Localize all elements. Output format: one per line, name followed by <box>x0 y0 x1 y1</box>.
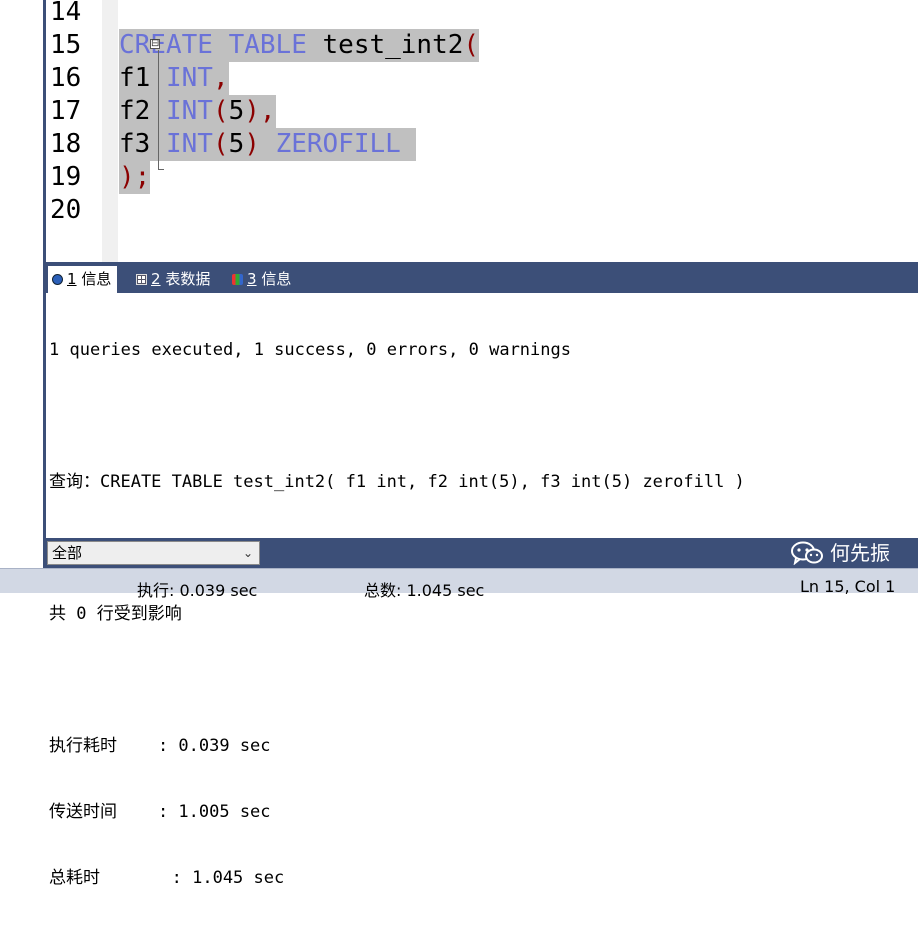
tab-label: 信息 <box>261 270 292 288</box>
tab-num: 2 <box>151 270 161 288</box>
code-line[interactable]: 20 <box>46 194 918 227</box>
code-line[interactable]: 17 f2 INT(5), <box>46 95 918 128</box>
code-token: TABLE <box>228 30 307 60</box>
scope-select-value: 全部 <box>52 544 83 562</box>
line-number: 18 <box>50 129 82 159</box>
code-token: ) <box>244 96 260 126</box>
code-line[interactable]: 16 f1 INT, <box>46 62 918 95</box>
info-icon <box>52 274 63 285</box>
line-number: 17 <box>50 96 82 126</box>
code-token: ( <box>212 129 229 159</box>
affected-rows-line: 共 0 行受到影响 <box>49 604 182 624</box>
code-line[interactable]: 15 CREATE TABLE test_int2( <box>46 29 918 62</box>
code-line[interactable]: 18 f3 INT(5) ZEROFILL <box>46 128 918 161</box>
status-exec-time: 执行: 0.039 sec <box>137 581 258 600</box>
left-border <box>0 0 46 570</box>
line-number: 20 <box>50 195 82 225</box>
summary-line: 1 queries executed, 1 success, 0 errors,… <box>49 340 571 360</box>
code-token: ZEROFILL <box>275 129 401 159</box>
result-tabbar: 1 信息 2 表数据 3 信息 <box>46 262 918 293</box>
code-token: INT <box>165 96 213 126</box>
table-grid-icon <box>136 274 147 285</box>
exec-time-line: 执行耗时 : 0.039 sec <box>49 736 271 756</box>
code-token: INT <box>165 63 213 93</box>
line-number: 14 <box>50 0 82 27</box>
tab-info-3[interactable]: 3 信息 <box>228 266 297 293</box>
status-cursor-position: Ln 15, Col 1 <box>800 577 896 596</box>
code-token: ) <box>244 129 260 159</box>
message-log: 1 queries executed, 1 success, 0 errors,… <box>49 295 745 933</box>
code-line[interactable]: 19); <box>46 161 918 194</box>
code-token: ) <box>119 162 135 192</box>
scope-select[interactable]: 全部 ⌄ <box>47 541 260 565</box>
tab-num: 1 <box>67 270 77 288</box>
status-bar: 执行: 0.039 sec 总数: 1.045 sec Ln 15, Col 1 <box>0 568 918 600</box>
tab-label: 信息 <box>81 270 112 288</box>
code-line[interactable]: 14 <box>46 0 918 29</box>
line-number: 16 <box>50 63 82 93</box>
code-token: 5 <box>228 96 245 126</box>
code-token: , <box>212 63 229 93</box>
fold-line <box>158 50 159 170</box>
tab-info-1[interactable]: 1 信息 <box>48 266 118 293</box>
result-panel: 1 信息 2 表数据 3 信息 1 queries executed, 1 su… <box>46 262 918 888</box>
messages-icon <box>232 274 243 285</box>
code-token: 5 <box>228 129 245 159</box>
chevron-down-icon: ⌄ <box>242 546 253 560</box>
code-text: f1 INT, <box>119 62 229 95</box>
fold-toggle-icon[interactable]: ⊟ <box>150 39 160 49</box>
code-text: ); <box>119 161 151 194</box>
query-line: 查询：CREATE TABLE test_int2( f1 int, f2 in… <box>49 472 745 492</box>
total-time-line: 总耗时 : 1.045 sec <box>49 868 285 888</box>
wechat-icon <box>791 541 823 565</box>
code-token: INT <box>165 129 213 159</box>
code-token: test_int2 <box>306 30 464 60</box>
tab-num: 3 <box>247 270 257 288</box>
code-token: ; <box>134 162 151 192</box>
status-total-time: 总数: 1.045 sec <box>364 581 485 600</box>
fold-end <box>158 169 164 170</box>
tab-label: 表数据 <box>165 270 211 288</box>
code-text: CREATE TABLE test_int2( <box>119 29 480 62</box>
watermark: 何先振 <box>790 538 890 568</box>
code-text: f2 INT(5), <box>119 95 276 128</box>
code-text: f3 INT(5) ZEROFILL <box>119 128 417 161</box>
code-token: , <box>259 96 276 126</box>
watermark-text: 何先振 <box>830 541 890 565</box>
result-footer-bar: 全部 ⌄ 何先振 <box>46 538 918 568</box>
transfer-time-line: 传送时间 : 1.005 sec <box>49 802 271 822</box>
line-number: 15 <box>50 30 82 60</box>
code-token: ( <box>212 96 229 126</box>
sql-editor[interactable]: 14 15 CREATE TABLE test_int2(16 f1 INT, 17 f2… <box>46 0 918 262</box>
line-number: 19 <box>50 162 82 192</box>
code-token: CREATE <box>119 30 213 60</box>
code-token: ( <box>463 30 480 60</box>
tab-table-data-2[interactable]: 2 表数据 <box>132 266 216 293</box>
